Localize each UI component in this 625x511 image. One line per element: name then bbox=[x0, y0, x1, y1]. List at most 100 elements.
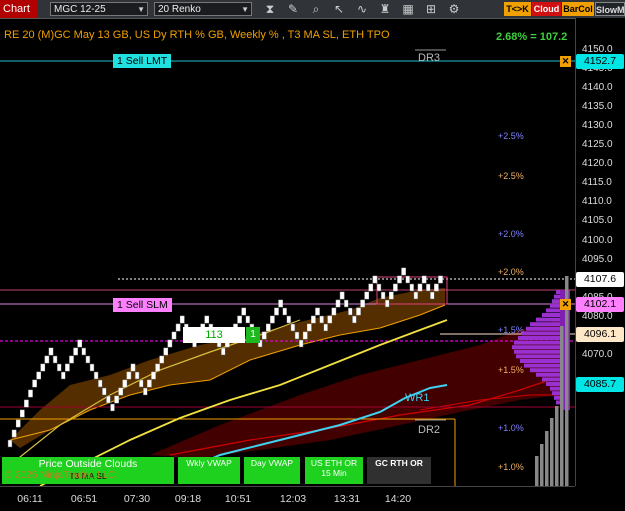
cancel-lmt-icon[interactable]: ✕ bbox=[560, 56, 571, 67]
profile-bar bbox=[552, 391, 560, 396]
bar-style-icon[interactable]: ⧗ bbox=[262, 1, 278, 17]
price-tick: 4115.0 bbox=[582, 177, 612, 189]
price-flag: 4152.7 bbox=[576, 54, 624, 69]
renko-brick bbox=[409, 283, 415, 292]
price-tick: 4125.0 bbox=[582, 139, 613, 151]
renko-brick bbox=[241, 307, 246, 316]
volume-bar bbox=[560, 326, 564, 486]
time-axis[interactable]: 06:11 06:51 07:30 09:18 10:51 12:03 13:31 14:20 bbox=[0, 486, 575, 511]
renko-brick bbox=[397, 275, 402, 284]
dr3-label: DR3 bbox=[418, 52, 441, 64]
profile-bar bbox=[524, 363, 560, 368]
renko-brick bbox=[270, 315, 275, 324]
profile-bar bbox=[550, 303, 560, 308]
renko-brick bbox=[118, 387, 123, 396]
renko-brick bbox=[261, 331, 267, 340]
time-tick: 07:30 bbox=[123, 493, 151, 505]
wkly-vwap-button[interactable]: Wkly VWAP bbox=[178, 457, 240, 484]
price-axis[interactable]: 4150.04145.04140.04135.04130.04125.04120… bbox=[575, 18, 625, 486]
profile-bar bbox=[514, 349, 560, 354]
renko-brick bbox=[167, 339, 173, 348]
cursor-icon[interactable]: ↖ bbox=[331, 1, 347, 17]
stepper-value[interactable]: 113 bbox=[183, 327, 245, 343]
renko-brick bbox=[163, 347, 169, 356]
renko-brick bbox=[126, 371, 132, 380]
price-outside-label: Price Outside Clouds bbox=[38, 458, 138, 470]
renko-brick bbox=[405, 275, 410, 284]
renko-brick bbox=[360, 299, 365, 308]
draw-icon[interactable]: ✎ bbox=[285, 1, 301, 17]
price-tick: 4100.0 bbox=[582, 234, 613, 246]
renko-brick bbox=[384, 299, 390, 308]
renko-brick bbox=[20, 409, 25, 418]
strategy-icon[interactable]: ♜ bbox=[377, 1, 393, 17]
price-chart[interactable] bbox=[0, 18, 575, 486]
chart-panel[interactable]: RE 20 (M)GC May 13 GB, US Dy RTH % GB, W… bbox=[0, 18, 575, 486]
price-tick: 4110.0 bbox=[582, 196, 612, 208]
price-tick: 4140.0 bbox=[582, 82, 613, 94]
profile-bar bbox=[526, 326, 560, 331]
percent-readout: 2.68% = 107.2 bbox=[496, 31, 568, 43]
slowm-button[interactable]: SlowM bbox=[595, 2, 625, 16]
us-eth-or-button[interactable]: US ETH OR 15 Min bbox=[305, 457, 363, 484]
renko-brick bbox=[171, 331, 177, 340]
renko-brick bbox=[393, 283, 398, 292]
pct-level-label: +2.0% bbox=[498, 267, 524, 277]
cloud-button[interactable]: Cloud bbox=[532, 2, 561, 16]
sell-slm-order[interactable]: 1 Sell SLM bbox=[113, 298, 172, 312]
renko-brick bbox=[155, 363, 160, 372]
cancel-slm-icon[interactable]: ✕ bbox=[560, 299, 571, 310]
window-title: Chart bbox=[0, 0, 38, 18]
pct-level-label: +1.5% bbox=[498, 365, 524, 375]
volume-bar bbox=[535, 456, 539, 486]
renko-brick bbox=[298, 339, 304, 348]
chart-toolbar: Chart MGC 12-25 ▼ 20 Renko ▼ ⧗ ✎ ⌕ ↖ ∿ ♜… bbox=[0, 0, 625, 19]
properties-icon[interactable]: ⊞ bbox=[423, 1, 439, 17]
renko-brick bbox=[143, 387, 148, 396]
stepper-qty[interactable]: 1 bbox=[246, 327, 260, 343]
sell-lmt-order[interactable]: 1 Sell LMT bbox=[113, 54, 172, 68]
indicator-icon[interactable]: ∿ bbox=[354, 1, 370, 17]
renko-brick bbox=[372, 275, 378, 284]
renko-brick bbox=[430, 291, 435, 300]
time-tick: 06:51 bbox=[70, 493, 98, 505]
barcol-button[interactable]: BarCol bbox=[562, 2, 594, 16]
gc-rth-or-button[interactable]: GC RTH OR bbox=[367, 457, 431, 484]
renko-brick bbox=[368, 283, 374, 292]
renko-brick bbox=[376, 283, 382, 292]
renko-brick bbox=[335, 299, 341, 308]
pct-level-label: +1.5% bbox=[498, 325, 524, 335]
profile-bar bbox=[556, 400, 560, 405]
renko-brick bbox=[110, 403, 115, 412]
order-quantity-stepper[interactable]: 113 1 bbox=[183, 327, 260, 343]
price-flag: 4085.7 bbox=[576, 377, 624, 392]
volume-bar bbox=[545, 431, 549, 486]
profile-bar bbox=[552, 299, 560, 304]
time-tick: 10:51 bbox=[224, 493, 252, 505]
price-flag: 4102.1 bbox=[576, 297, 624, 312]
volume-bar bbox=[550, 418, 554, 486]
renko-brick bbox=[348, 307, 353, 316]
renko-brick bbox=[237, 315, 242, 324]
price-tick: 4095.0 bbox=[582, 253, 613, 265]
day-vwap-button[interactable]: Day VWAP bbox=[244, 457, 300, 484]
renko-brick bbox=[138, 379, 144, 388]
renko-brick bbox=[339, 291, 345, 300]
bar-type-selector[interactable]: 20 Renko ▼ bbox=[154, 2, 252, 16]
instrument-selector[interactable]: MGC 12-25 ▼ bbox=[50, 2, 148, 16]
renko-brick bbox=[311, 315, 316, 324]
zoom-icon[interactable]: ⌕ bbox=[308, 1, 324, 17]
template-icon[interactable]: ▦ bbox=[400, 1, 416, 17]
renko-brick bbox=[331, 307, 337, 316]
renko-brick bbox=[81, 347, 87, 356]
renko-brick bbox=[204, 315, 210, 324]
settings-icon[interactable]: ⚙ bbox=[446, 1, 462, 17]
renko-brick bbox=[417, 283, 423, 292]
profile-bar bbox=[536, 317, 560, 322]
time-tick: 09:18 bbox=[174, 493, 202, 505]
tk-button[interactable]: T<>K bbox=[504, 2, 531, 16]
renko-brick bbox=[352, 315, 357, 324]
renko-brick bbox=[85, 355, 91, 364]
renko-brick bbox=[175, 323, 181, 332]
time-tick: 06:11 bbox=[17, 493, 43, 505]
